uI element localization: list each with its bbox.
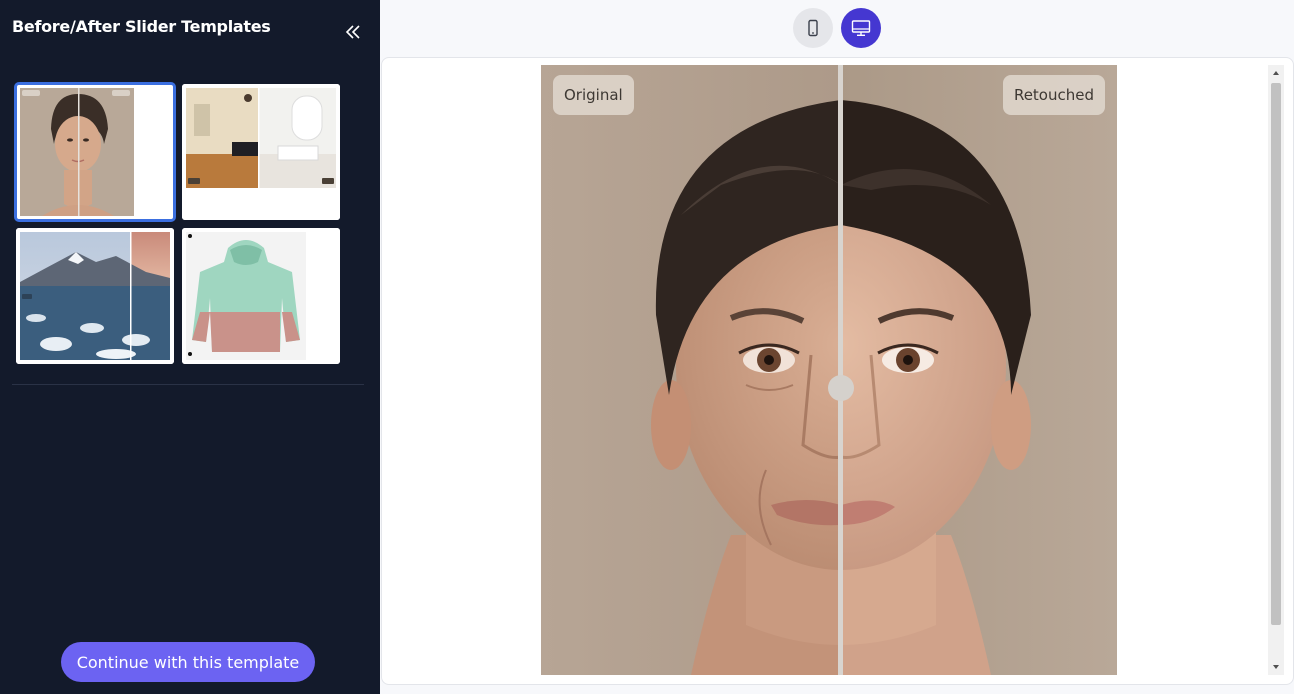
hoodie-thumbnail xyxy=(182,228,340,364)
collapse-sidebar-button[interactable] xyxy=(340,20,366,44)
slider-divider[interactable] xyxy=(838,65,843,675)
continue-button[interactable]: Continue with this template xyxy=(61,642,315,682)
mobile-phone-icon xyxy=(808,19,818,37)
preview-scrollbar[interactable] xyxy=(1268,65,1284,675)
scroll-down-button[interactable] xyxy=(1268,659,1284,675)
sidebar-divider xyxy=(12,384,364,385)
interior-thumbnail xyxy=(182,84,340,220)
mobile-view-button[interactable] xyxy=(793,8,833,48)
double-chevron-left-icon xyxy=(345,25,360,39)
templates-sidebar: Before/After Slider Templates Continue w… xyxy=(0,0,380,694)
original-label: Original xyxy=(553,75,634,115)
before-after-slider[interactable]: Original Retouched xyxy=(541,65,1117,675)
portrait-image xyxy=(541,65,1117,675)
landscape-thumbnail xyxy=(16,228,174,364)
desktop-view-button[interactable] xyxy=(841,8,881,48)
scroll-thumb[interactable] xyxy=(1271,83,1281,625)
template-thumb-hoodie[interactable] xyxy=(182,228,340,364)
portrait-thumbnail xyxy=(16,84,174,220)
slider-handle[interactable] xyxy=(828,375,854,401)
template-thumb-portrait[interactable] xyxy=(14,82,176,222)
scroll-up-button[interactable] xyxy=(1268,65,1284,81)
template-thumb-landscape[interactable] xyxy=(16,228,174,364)
desktop-monitor-icon xyxy=(851,20,871,36)
sidebar-title: Before/After Slider Templates xyxy=(12,17,271,36)
retouched-label: Retouched xyxy=(1002,75,1105,115)
scroll-down-arrow-icon xyxy=(1273,665,1279,669)
template-thumb-interior[interactable] xyxy=(182,84,340,220)
scroll-up-arrow-icon xyxy=(1273,71,1279,75)
